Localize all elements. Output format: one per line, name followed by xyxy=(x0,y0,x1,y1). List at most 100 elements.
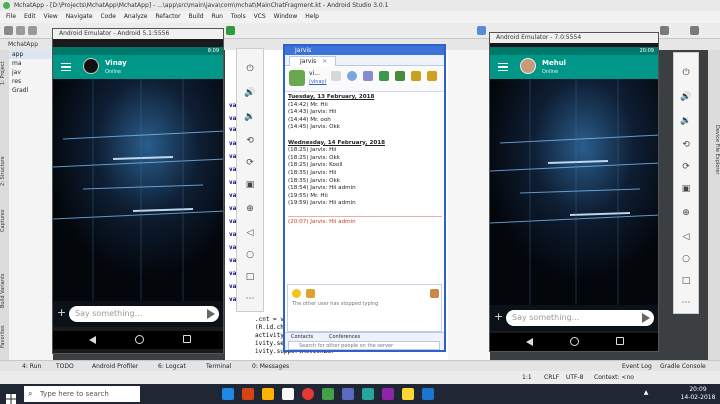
home-icon[interactable] xyxy=(135,335,144,344)
tab-captures[interactable]: Captures xyxy=(0,205,9,237)
avatar[interactable] xyxy=(520,58,536,74)
screenshot-icon[interactable]: ▣ xyxy=(244,179,256,191)
settings-icon[interactable] xyxy=(411,71,421,81)
menu-icon[interactable] xyxy=(498,63,508,71)
menu-file[interactable]: File xyxy=(6,13,16,20)
volume-down-icon[interactable]: 🔉 xyxy=(680,115,692,127)
cortana-icon[interactable] xyxy=(222,388,234,400)
overview-button-icon[interactable]: □ xyxy=(244,271,256,283)
tree-item-java[interactable]: jav xyxy=(9,68,53,77)
search-everywhere-icon[interactable] xyxy=(690,26,699,35)
tab-device-file-explorer[interactable]: Device File Explorer xyxy=(708,110,720,190)
chat-message-area[interactable] xyxy=(53,79,223,301)
avatar[interactable] xyxy=(83,58,99,74)
rotate-right-icon[interactable]: ⟳ xyxy=(680,161,692,173)
close-tab-icon[interactable]: ✕ xyxy=(322,58,327,65)
tree-item-gradle[interactable]: Gradl xyxy=(9,86,53,95)
send-icon[interactable] xyxy=(642,313,650,323)
word-taskbar-icon[interactable] xyxy=(422,388,434,400)
emoticon-icon[interactable] xyxy=(347,71,357,81)
power-icon[interactable]: ⏻ xyxy=(680,67,692,79)
folder-taskbar-icon[interactable] xyxy=(402,388,414,400)
file-transfer-icon[interactable] xyxy=(379,71,389,81)
menu-icon[interactable] xyxy=(61,63,71,71)
back-icon[interactable] xyxy=(89,336,96,344)
home-icon[interactable] xyxy=(570,337,579,346)
menu-view[interactable]: View xyxy=(44,13,58,20)
android-studio-taskbar-icon[interactable] xyxy=(322,388,334,400)
network-icon[interactable]: ▲ xyxy=(640,389,652,397)
run-icon[interactable] xyxy=(226,26,235,35)
attach-plus-icon[interactable]: + xyxy=(494,311,503,323)
zoom-icon[interactable]: ⊕ xyxy=(244,203,256,215)
save-icon[interactable] xyxy=(16,26,25,35)
tab-structure[interactable]: 2: Structure xyxy=(0,150,9,192)
windows-start-icon[interactable] xyxy=(6,389,16,404)
file-encoding[interactable]: UTF-8 xyxy=(566,371,584,384)
tab-project[interactable]: 1: Project xyxy=(0,54,9,92)
line-separator[interactable]: CRLF xyxy=(544,371,559,384)
recents-icon[interactable] xyxy=(616,337,624,345)
screenshot-icon[interactable]: ▣ xyxy=(680,183,692,195)
smiley-icon[interactable] xyxy=(292,289,301,298)
attach-icon[interactable] xyxy=(430,289,439,298)
taskbar-clock[interactable]: 20:09 14-02-2018 xyxy=(680,386,716,402)
tree-item-manifests[interactable]: ma xyxy=(9,59,53,68)
menu-refactor[interactable]: Refactor xyxy=(155,13,180,20)
back-button-icon[interactable]: ◁ xyxy=(680,231,692,243)
nudge-icon[interactable] xyxy=(306,289,315,298)
rotate-left-icon[interactable]: ⟲ xyxy=(244,135,256,147)
menu-vcs[interactable]: VCS xyxy=(254,13,266,20)
sync-icon[interactable] xyxy=(28,26,37,35)
menu-help[interactable]: Help xyxy=(305,13,319,20)
menu-code[interactable]: Code xyxy=(101,13,116,20)
tab-build-variants[interactable]: Build Variants xyxy=(0,265,9,317)
breadcrumb-project[interactable]: MchatApp xyxy=(8,41,38,48)
open-folder-icon[interactable] xyxy=(4,26,13,35)
file-explorer-icon[interactable] xyxy=(262,388,274,400)
menu-build[interactable]: Build xyxy=(189,13,204,20)
chrome-icon[interactable] xyxy=(302,388,314,400)
menu-edit[interactable]: Edit xyxy=(24,13,36,20)
tab-contacts[interactable]: Contacts xyxy=(291,333,313,341)
chat-message-area[interactable] xyxy=(490,79,658,305)
message-input[interactable]: Say something... xyxy=(506,310,654,326)
users-icon[interactable] xyxy=(363,71,373,81)
task-view-icon[interactable] xyxy=(242,388,254,400)
send-icon[interactable] xyxy=(207,309,215,319)
emulator-taskbar-icon[interactable] xyxy=(342,388,354,400)
back-icon[interactable] xyxy=(526,338,533,346)
volume-up-icon[interactable]: 🔊 xyxy=(244,87,256,99)
lock-icon[interactable] xyxy=(427,71,437,81)
menu-run[interactable]: Run xyxy=(211,13,223,20)
contact-search-input[interactable]: Search for other people on the server xyxy=(288,341,440,350)
tree-item-res[interactable]: res xyxy=(9,77,53,86)
store-icon[interactable] xyxy=(282,388,294,400)
message-compose-area[interactable]: The other user has stopped typing xyxy=(287,284,442,332)
tree-item-app[interactable]: app xyxy=(9,50,53,59)
tab-jarvis[interactable]: Jarvis ✕ xyxy=(289,56,337,66)
font-icon[interactable] xyxy=(331,71,341,81)
overview-button-icon[interactable]: □ xyxy=(680,275,692,287)
sdk-manager-icon[interactable] xyxy=(660,26,669,35)
recents-icon[interactable] xyxy=(183,335,191,343)
menu-analyze[interactable]: Analyze xyxy=(124,13,148,20)
rotate-left-icon[interactable]: ⟲ xyxy=(680,139,692,151)
zoom-icon[interactable]: ⊕ xyxy=(680,207,692,219)
screenshot-send-icon[interactable] xyxy=(395,71,405,81)
chat-transcript[interactable]: Tuesday, 13 February, 2018 (14:42) Mr. H… xyxy=(288,94,442,284)
menu-tools[interactable]: Tools xyxy=(231,13,246,20)
more-icon[interactable]: ⋯ xyxy=(680,297,692,309)
taskbar-search-input[interactable]: ⌕ Type here to search xyxy=(24,386,140,402)
volume-up-icon[interactable]: 🔊 xyxy=(680,91,692,103)
attach-plus-icon[interactable]: + xyxy=(57,307,66,319)
tab-favorites[interactable]: Favorites xyxy=(0,318,9,356)
menu-window[interactable]: Window xyxy=(274,13,298,20)
back-button-icon[interactable]: ◁ xyxy=(244,227,256,239)
power-icon[interactable]: ⏻ xyxy=(244,63,256,75)
app-taskbar-icon[interactable] xyxy=(382,388,394,400)
more-icon[interactable]: ⋯ xyxy=(244,293,256,305)
volume-down-icon[interactable]: 🔉 xyxy=(244,111,256,123)
home-button-icon[interactable]: ○ xyxy=(244,249,256,261)
message-input[interactable]: Say something... xyxy=(69,306,219,322)
